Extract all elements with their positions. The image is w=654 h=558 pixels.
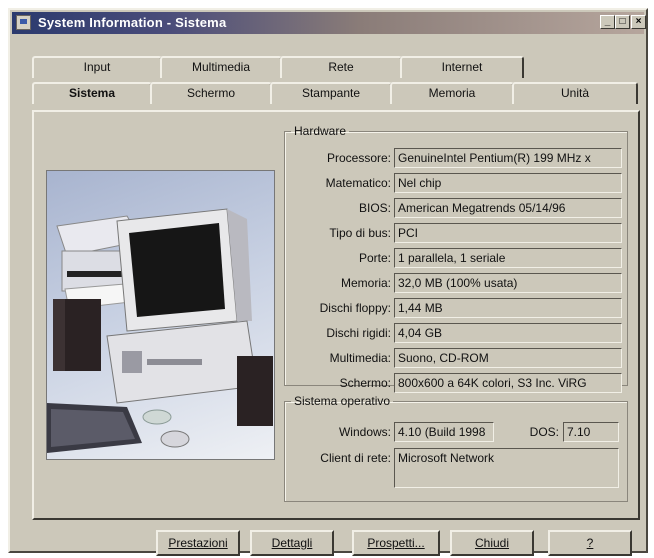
prestazioni-label: Prestazioni (168, 536, 228, 550)
field-multimedia: Suono, CD-ROM (394, 348, 622, 368)
row-tipo-bus: Tipo di bus: PCI (285, 223, 625, 243)
label-schermo: Schermo: (339, 376, 391, 390)
field-dos: 7.10 (563, 422, 619, 442)
os-group: Sistema operativo Windows: 4.10 (Build 1… (284, 394, 628, 502)
row-dischi-rigidi: Dischi rigidi: 4,04 GB (285, 323, 625, 343)
label-dischi-floppy: Dischi floppy: (319, 301, 391, 315)
dettagli-label: Dettagli (271, 536, 313, 550)
field-porte: 1 parallela, 1 seriale (394, 248, 622, 268)
system-information-window: System Information - Sistema _ □ × Input… (8, 8, 648, 556)
tab-rete[interactable]: Rete (280, 56, 402, 78)
label-processore: Processore: (326, 151, 391, 165)
row-memoria: Memoria: 32,0 MB (100% usata) (285, 273, 625, 293)
help-label: ? (586, 536, 594, 550)
label-memoria: Memoria: (340, 276, 391, 290)
tab-schermo[interactable]: Schermo (150, 82, 272, 104)
label-porte: Porte: (358, 251, 391, 265)
computer-icon (47, 208, 273, 453)
chiudi-label: Chiudi (474, 536, 510, 550)
dettagli-button[interactable]: Dettagli (250, 530, 334, 556)
label-dos: DOS: (529, 425, 559, 439)
tab-multimedia[interactable]: Multimedia (160, 56, 282, 78)
app-icon (16, 15, 31, 30)
label-windows: Windows: (338, 425, 391, 439)
tab-row-front: Sistema Schermo Stampante Memoria Unità (32, 82, 640, 104)
tab-memoria[interactable]: Memoria (390, 82, 514, 104)
row-processore: Processore: GenuineIntel Pentium(R) 199 … (285, 148, 625, 168)
row-matematico: Matematico: Nel chip (285, 173, 625, 193)
hardware-legend: Hardware (294, 124, 347, 138)
tab-input[interactable]: Input (32, 56, 162, 78)
field-dischi-rigidi: 4,04 GB (394, 323, 622, 343)
chiudi-button[interactable]: Chiudi (450, 530, 534, 556)
label-tipo-bus: Tipo di bus: (329, 226, 391, 240)
row-dischi-floppy: Dischi floppy: 1,44 MB (285, 298, 625, 318)
label-matematico: Matematico: (325, 176, 391, 190)
row-multimedia: Multimedia: Suono, CD-ROM (285, 348, 625, 368)
field-processore: GenuineIntel Pentium(R) 199 MHz x (394, 148, 622, 168)
label-dischi-rigidi: Dischi rigidi: (326, 326, 391, 340)
minimize-button[interactable]: _ (600, 15, 615, 29)
tab-sistema[interactable]: Sistema (32, 82, 152, 104)
tab-panel-sistema: Hardware Processore: GenuineIntel Pentiu… (32, 110, 640, 520)
title-bar[interactable]: System Information - Sistema _ □ × (12, 12, 646, 34)
label-bios: BIOS: (358, 201, 391, 215)
tab-stampante[interactable]: Stampante (270, 82, 392, 104)
field-dischi-floppy: 1,44 MB (394, 298, 622, 318)
close-button[interactable]: × (631, 15, 646, 29)
computer-illustration-image (46, 170, 275, 460)
row-bios: BIOS: American Megatrends 05/14/96 (285, 198, 625, 218)
prospetti-button[interactable]: Prospetti... (352, 530, 440, 556)
label-multimedia: Multimedia: (329, 351, 391, 365)
prospetti-label: Prospetti... (367, 536, 425, 550)
help-button[interactable]: ? (548, 530, 632, 556)
tab-row-back: Input Multimedia Rete Internet (32, 56, 532, 78)
label-client-rete: Client di rete: (320, 451, 391, 465)
field-windows: 4.10 (Build 1998 (394, 422, 494, 442)
row-windows: Windows: 4.10 (Build 1998 DOS: 7.10 (285, 422, 625, 442)
os-legend: Sistema operativo (294, 394, 391, 408)
tab-internet[interactable]: Internet (400, 56, 524, 78)
field-matematico: Nel chip (394, 173, 622, 193)
field-memoria: 32,0 MB (100% usata) (394, 273, 622, 293)
row-porte: Porte: 1 parallela, 1 seriale (285, 248, 625, 268)
field-schermo: 800x600 a 64K colori, S3 Inc. ViRG (394, 373, 622, 393)
hardware-group: Hardware Processore: GenuineIntel Pentiu… (284, 124, 628, 393)
field-bios: American Megatrends 05/14/96 (394, 198, 622, 218)
row-schermo: Schermo: 800x600 a 64K colori, S3 Inc. V… (285, 373, 625, 393)
maximize-button[interactable]: □ (615, 15, 630, 29)
prestazioni-button[interactable]: Prestazioni (156, 530, 240, 556)
field-client-rete: Microsoft Network (394, 448, 619, 488)
row-client-rete: Client di rete: Microsoft Network (285, 448, 625, 488)
field-tipo-bus: PCI (394, 223, 622, 243)
window-title: System Information - Sistema (38, 15, 227, 30)
tab-unita[interactable]: Unità (512, 82, 638, 104)
